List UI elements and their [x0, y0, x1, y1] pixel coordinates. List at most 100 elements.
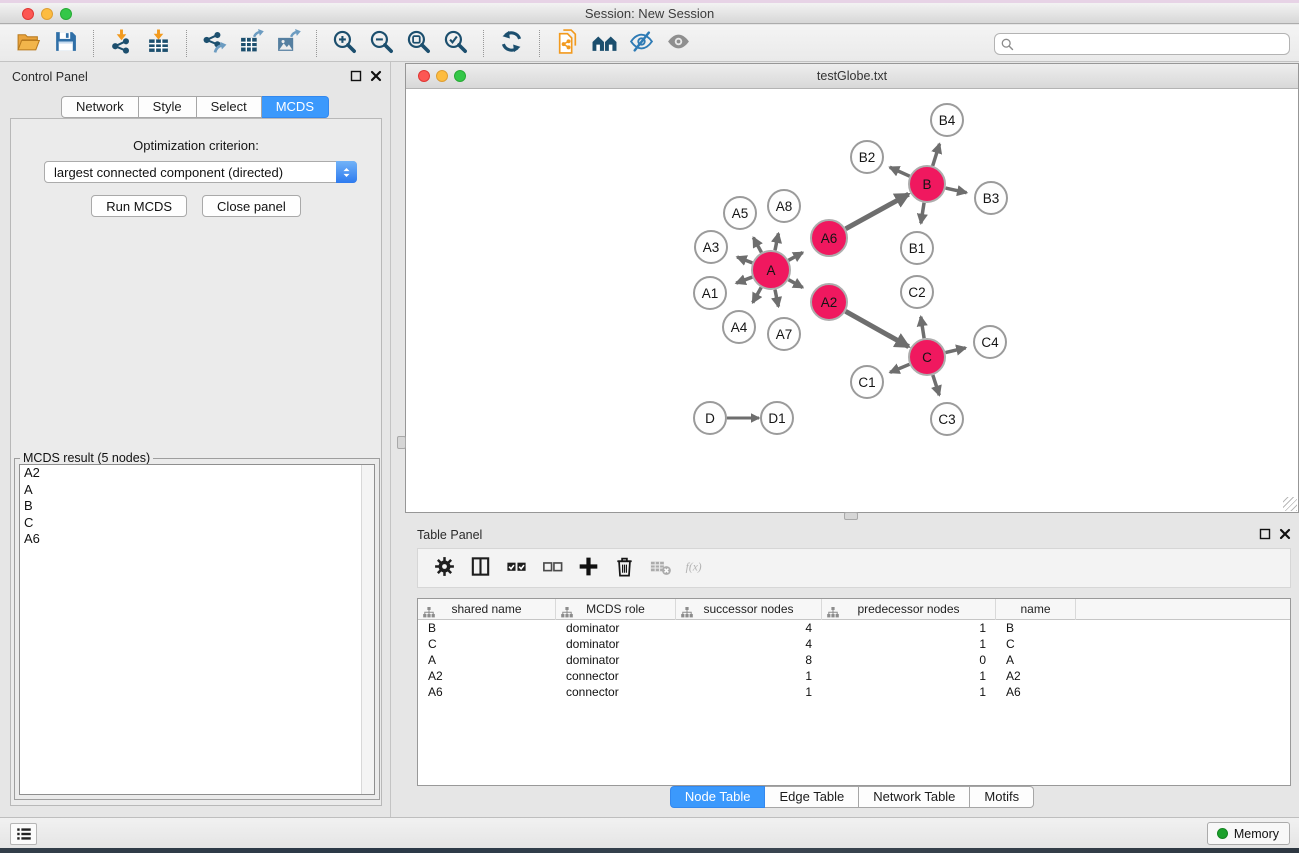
mcds-result-item[interactable]: A6 — [20, 531, 374, 548]
result-list-scrollbar[interactable] — [361, 465, 374, 794]
graph-node-A8[interactable]: A8 — [768, 190, 800, 222]
float-panel-icon[interactable] — [350, 70, 362, 82]
mcds-result-item[interactable]: B — [20, 498, 374, 515]
table-cell[interactable]: 4 — [676, 620, 822, 636]
table-cell[interactable]: 1 — [822, 668, 996, 684]
table-cell[interactable]: A6 — [418, 684, 556, 700]
graph-edge-A6-B[interactable] — [846, 194, 909, 229]
close-panel-icon[interactable] — [370, 70, 382, 82]
table-cell[interactable]: A2 — [996, 668, 1076, 684]
graph-edge-B-B3[interactable] — [946, 188, 967, 193]
mcds-result-item[interactable]: C — [20, 515, 374, 532]
close-table-panel-icon[interactable] — [1279, 528, 1291, 540]
graph-edge-C-C1[interactable] — [890, 364, 909, 372]
graph-edge-A-A4[interactable] — [753, 287, 762, 302]
graph-node-C2[interactable]: C2 — [901, 276, 933, 308]
graph-edge-A-A2[interactable] — [789, 280, 803, 288]
window-resize-grip[interactable] — [1283, 497, 1297, 511]
graph-node-B1[interactable]: B1 — [901, 232, 933, 264]
float-table-panel-icon[interactable] — [1259, 528, 1271, 540]
graph-node-B4[interactable]: B4 — [931, 104, 963, 136]
table-cell[interactable]: A6 — [996, 684, 1076, 700]
graph-edge-A2-C[interactable] — [846, 311, 909, 346]
column-header-successor-nodes[interactable]: successor nodes — [676, 599, 822, 620]
graph-node-C3[interactable]: C3 — [931, 403, 963, 435]
close-panel-button[interactable]: Close panel — [202, 195, 301, 217]
mcds-result-item[interactable]: A2 — [20, 465, 374, 482]
table-options-button[interactable] — [426, 552, 462, 584]
table-row[interactable]: Bdominator41B — [418, 620, 1290, 636]
graph-edge-A-A7[interactable] — [775, 290, 778, 307]
graph-node-D[interactable]: D — [694, 402, 726, 434]
table-cell[interactable]: 0 — [822, 652, 996, 668]
delete-columns-button[interactable] — [606, 552, 642, 584]
graph-node-A7[interactable]: A7 — [768, 318, 800, 350]
graph-edge-B-B1[interactable] — [921, 203, 924, 224]
network-canvas[interactable]: B4B2BB3A8A5A6A3B1AC2A1A2A4A7C4CC1C3DD1 — [406, 90, 1298, 512]
zoom-selected-button[interactable] — [437, 28, 474, 59]
table-cell[interactable]: 1 — [676, 668, 822, 684]
table-cell[interactable]: 4 — [676, 636, 822, 652]
tab-node-table[interactable]: Node Table — [670, 786, 766, 808]
graph-node-C4[interactable]: C4 — [974, 326, 1006, 358]
table-cell[interactable]: B — [996, 620, 1076, 636]
graph-edge-C-C4[interactable] — [945, 348, 965, 353]
show-graphics-details-button[interactable] — [660, 28, 697, 59]
graph-edge-C-C2[interactable] — [921, 317, 924, 339]
table-cell[interactable]: A — [996, 652, 1076, 668]
table-cell[interactable]: dominator — [556, 620, 676, 636]
export-table-button[interactable] — [233, 28, 270, 59]
table-cell[interactable]: dominator — [556, 652, 676, 668]
save-session-button[interactable] — [47, 28, 84, 59]
graph-node-A5[interactable]: A5 — [724, 197, 756, 229]
table-cell[interactable]: connector — [556, 668, 676, 684]
tab-motifs[interactable]: Motifs — [970, 786, 1034, 808]
table-row[interactable]: A2connector11A2 — [418, 668, 1290, 684]
import-network-button[interactable] — [103, 28, 140, 59]
graph-edge-A-A8[interactable] — [775, 233, 778, 250]
memory-button[interactable]: Memory — [1207, 822, 1290, 845]
table-cell[interactable]: dominator — [556, 636, 676, 652]
search-input[interactable] — [1014, 35, 1289, 53]
column-header-shared-name[interactable]: shared name — [418, 599, 556, 620]
mcds-result-item[interactable]: A — [20, 482, 374, 499]
deselect-all-rows-button[interactable] — [534, 552, 570, 584]
search-field[interactable] — [994, 33, 1290, 55]
graph-node-C1[interactable]: C1 — [851, 366, 883, 398]
graph-node-B3[interactable]: B3 — [975, 182, 1007, 214]
zoom-fit-content-button[interactable] — [400, 28, 437, 59]
column-header-name[interactable]: name — [996, 599, 1076, 620]
table-row[interactable]: A6connector11A6 — [418, 684, 1290, 700]
graph-edge-A-A1[interactable] — [736, 277, 752, 283]
export-network-button[interactable] — [196, 28, 233, 59]
export-image-button[interactable] — [270, 28, 307, 59]
tab-network[interactable]: Network — [61, 96, 139, 118]
graph-edge-A-A6[interactable] — [789, 252, 803, 260]
select-all-rows-button[interactable] — [498, 552, 534, 584]
table-cell[interactable]: A — [418, 652, 556, 668]
table-cell[interactable]: B — [418, 620, 556, 636]
task-history-button[interactable] — [10, 823, 37, 845]
open-session-button[interactable] — [10, 28, 47, 59]
run-mcds-button[interactable]: Run MCDS — [91, 195, 187, 217]
graph-node-A2[interactable]: A2 — [811, 284, 847, 320]
tab-style[interactable]: Style — [139, 96, 197, 118]
column-header-MCDS-role[interactable]: MCDS role — [556, 599, 676, 620]
hide-graphics-details-button[interactable] — [623, 28, 660, 59]
table-cell[interactable]: connector — [556, 684, 676, 700]
table-row[interactable]: Cdominator41C — [418, 636, 1290, 652]
graph-node-A[interactable]: A — [752, 251, 790, 289]
table-cell[interactable]: A2 — [418, 668, 556, 684]
zoom-out-button[interactable] — [363, 28, 400, 59]
tab-network-table[interactable]: Network Table — [859, 786, 970, 808]
graph-node-A4[interactable]: A4 — [723, 311, 755, 343]
import-table-button[interactable] — [140, 28, 177, 59]
create-column-button[interactable] — [570, 552, 606, 584]
apply-preferred-layout-button[interactable] — [493, 28, 530, 59]
horizontal-splitter-grip[interactable] — [844, 512, 858, 520]
table-cell[interactable]: 1 — [822, 636, 996, 652]
table-cell[interactable]: 1 — [822, 684, 996, 700]
graph-edge-C-C3[interactable] — [933, 375, 939, 395]
show-columns-button[interactable] — [462, 552, 498, 584]
graph-node-B[interactable]: B — [909, 166, 945, 202]
